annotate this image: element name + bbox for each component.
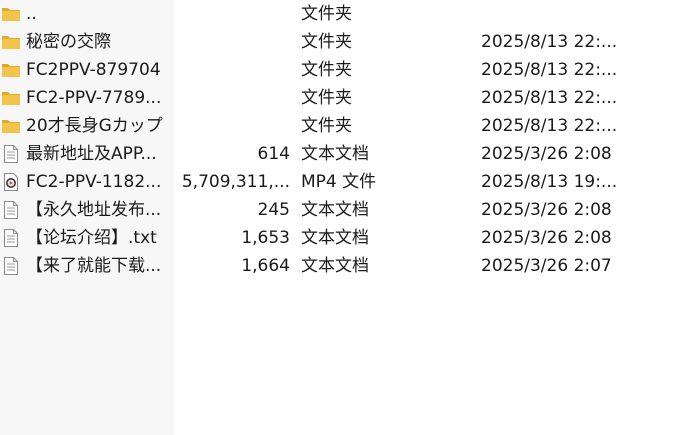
file-date: 2025/8/13 22:... xyxy=(481,116,618,136)
file-row[interactable]: 【永久地址发布... 245 文本文档 2025/3/26 2:08 xyxy=(0,196,681,224)
file-size: 5,709,311,... xyxy=(181,172,290,192)
file-row[interactable]: FC2-PPV-1182... 5,709,311,... MP4 文件 2025/8… xyxy=(0,168,681,196)
file-name: 20才長身Gカップ xyxy=(26,116,163,136)
file-date: 2025/8/13 22:... xyxy=(481,60,618,80)
file-type: 文件夹 xyxy=(301,88,352,108)
file-row[interactable]: 【来了就能下载... 1,664 文本文档 2025/3/26 2:07 xyxy=(0,252,681,280)
file-size: 1,664 xyxy=(241,256,290,276)
file-row[interactable]: FC2PPV-879704 文件夹 2025/8/13 22:... xyxy=(0,56,681,84)
file-type: 文本文档 xyxy=(301,200,369,220)
file-name: .. xyxy=(26,4,37,24)
file-type: 文件夹 xyxy=(301,60,352,80)
file-row[interactable]: 【论坛介绍】.txt 1,653 文本文档 2025/3/26 2:08 xyxy=(0,224,681,252)
folder-icon xyxy=(1,60,21,80)
file-name: 【来了就能下载... xyxy=(26,256,162,276)
file-rows: .. 文件夹 秘密の交際 文件夹 2025/8/13 22:... FC2PPV-87… xyxy=(0,0,681,280)
file-date: 2025/3/26 2:07 xyxy=(481,256,612,276)
file-date: 2025/8/13 19:... xyxy=(481,172,618,192)
file-type: 文件夹 xyxy=(301,4,352,24)
file-date: 2025/3/26 2:08 xyxy=(481,228,612,248)
file-type: 文件夹 xyxy=(301,32,352,52)
file-row[interactable]: 20才長身Gカップ 文件夹 2025/8/13 22:... xyxy=(0,112,681,140)
folder-icon xyxy=(1,4,21,24)
file-name: FC2-PPV-1182... xyxy=(26,172,162,192)
file-size: 245 xyxy=(257,200,290,220)
file-type: 文件夹 xyxy=(301,116,352,136)
file-date: 2025/8/13 22:... xyxy=(481,32,618,52)
text-file-icon xyxy=(1,256,21,276)
file-list: .. 文件夹 秘密の交際 文件夹 2025/8/13 22:... FC2PPV-87… xyxy=(0,0,681,435)
folder-icon xyxy=(1,32,21,52)
text-file-icon xyxy=(1,144,21,164)
file-type: 文本文档 xyxy=(301,256,369,276)
file-row[interactable]: FC2-PPV-7789... 文件夹 2025/8/13 22:... xyxy=(0,84,681,112)
file-row[interactable]: .. 文件夹 xyxy=(0,0,681,28)
file-name: 【永久地址发布... xyxy=(26,200,162,220)
file-name: 秘密の交際 xyxy=(26,32,111,52)
text-file-icon xyxy=(1,228,21,248)
file-row[interactable]: 秘密の交際 文件夹 2025/8/13 22:... xyxy=(0,28,681,56)
file-type: 文本文档 xyxy=(301,144,369,164)
folder-icon xyxy=(1,88,21,108)
file-name: FC2-PPV-7789... xyxy=(26,88,162,108)
file-type: 文本文档 xyxy=(301,228,369,248)
video-file-icon xyxy=(1,172,21,192)
file-name: 【论坛介绍】.txt xyxy=(26,228,157,248)
file-type: MP4 文件 xyxy=(301,172,377,192)
file-row[interactable]: 最新地址及APP... 614 文本文档 2025/3/26 2:08 xyxy=(0,140,681,168)
file-date: 2025/8/13 22:... xyxy=(481,88,618,108)
file-name: FC2PPV-879704 xyxy=(26,60,161,80)
file-name: 最新地址及APP... xyxy=(26,144,157,164)
file-date: 2025/3/26 2:08 xyxy=(481,144,612,164)
folder-icon xyxy=(1,116,21,136)
file-size: 614 xyxy=(257,144,290,164)
file-date: 2025/3/26 2:08 xyxy=(481,200,612,220)
file-size: 1,653 xyxy=(241,228,290,248)
text-file-icon xyxy=(1,200,21,220)
